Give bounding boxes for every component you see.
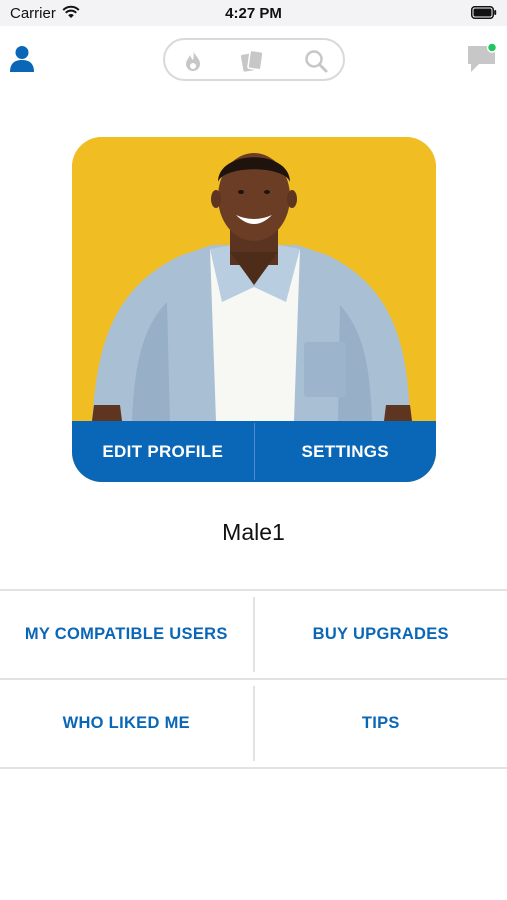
profile-photo[interactable] [72,137,436,421]
unread-indicator [486,42,498,53]
menu-row: WHO LIKED ME TIPS [0,680,507,769]
battery-icon [471,6,497,19]
profile-menu: MY COMPATIBLE USERS BUY UPGRADES WHO LIK… [0,589,507,769]
buy-upgrades-button[interactable]: BUY UPGRADES [255,591,507,678]
who-liked-me-button[interactable]: WHO LIKED ME [0,680,253,767]
tips-button[interactable]: TIPS [255,680,507,767]
username: Male1 [222,519,285,545]
profile-card: EDIT PROFILE SETTINGS [72,137,436,482]
cards-icon[interactable] [239,48,265,74]
flame-icon[interactable] [180,48,206,74]
settings-button[interactable]: SETTINGS [255,421,437,482]
clock: 4:27 PM [225,5,282,22]
status-bar: Carrier 4:27 PM [0,0,507,26]
my-compatible-users-button[interactable]: MY COMPATIBLE USERS [0,591,253,678]
nav-tab-bar [163,38,345,81]
chat-bubble-icon[interactable] [465,40,501,76]
menu-row: MY COMPATIBLE USERS BUY UPGRADES [0,591,507,680]
profile-actions: EDIT PROFILE SETTINGS [72,421,436,482]
search-icon[interactable] [303,48,329,74]
edit-profile-button[interactable]: EDIT PROFILE [72,421,254,482]
user-icon[interactable] [8,44,36,74]
